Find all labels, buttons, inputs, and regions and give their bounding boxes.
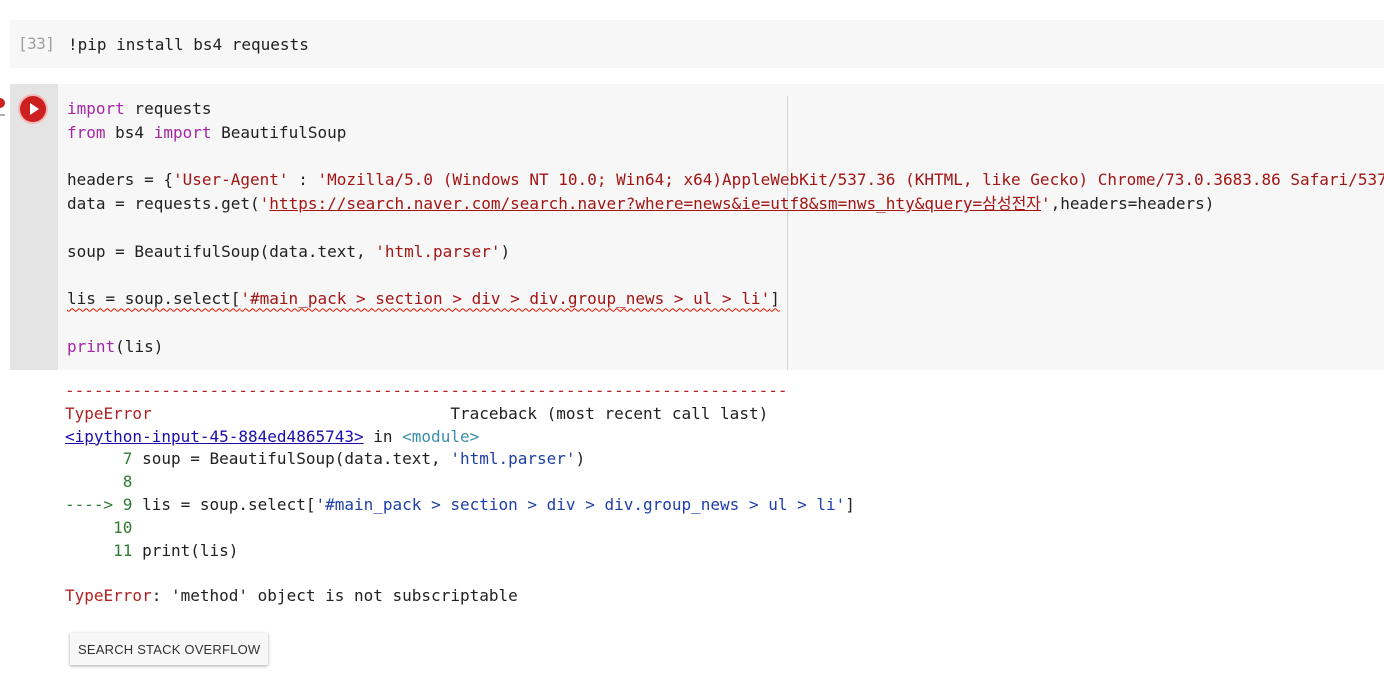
code-cell-1[interactable]: [33] !pip install bs4 requests: [10, 20, 1384, 68]
execution-count: [33]: [18, 34, 55, 53]
code-line: soup = BeautifulSoup(data.text, 'html.pa…: [67, 241, 511, 261]
code-line: data = requests.get('https://search.nave…: [67, 194, 1215, 214]
code-line: from bs4 import BeautifulSoup: [67, 122, 347, 142]
traceback-separator: ----------------------------------------…: [65, 381, 788, 400]
search-stack-overflow-button[interactable]: SEARCH STACK OVERFLOW: [70, 633, 269, 665]
traceback-header: Traceback (most recent call last): [450, 403, 769, 423]
cell-2-code[interactable]: import requests from bs4 import Beautifu…: [67, 97, 1384, 359]
url-link[interactable]: https://search.naver.com/search.naver?wh…: [269, 194, 1041, 213]
cell-output: ----------------------------------------…: [65, 381, 855, 606]
code-line: import requests: [67, 99, 212, 118]
code-line: headers = {'User-Agent' : 'Mozilla/5.0 (…: [67, 170, 1384, 190]
run-cell-button[interactable]: [20, 96, 46, 122]
error-indicator: [0, 98, 5, 108]
final-error-message: : 'method' object is not subscriptable: [151, 586, 518, 606]
final-error-type: TypeError: [65, 586, 152, 606]
edge-mark: [0, 114, 5, 116]
ipython-input-link[interactable]: <ipython-input-45-884ed4865743>: [65, 427, 364, 446]
code-line: print(lis): [67, 336, 164, 356]
error-arrow: ---->: [65, 494, 114, 514]
code-line-error: lis = soup.select['#main_pack > section …: [67, 289, 780, 309]
cell-1-code[interactable]: !pip install bs4 requests: [68, 35, 309, 54]
cell-2-gutter: [10, 84, 58, 370]
error-type: TypeError: [65, 403, 152, 423]
